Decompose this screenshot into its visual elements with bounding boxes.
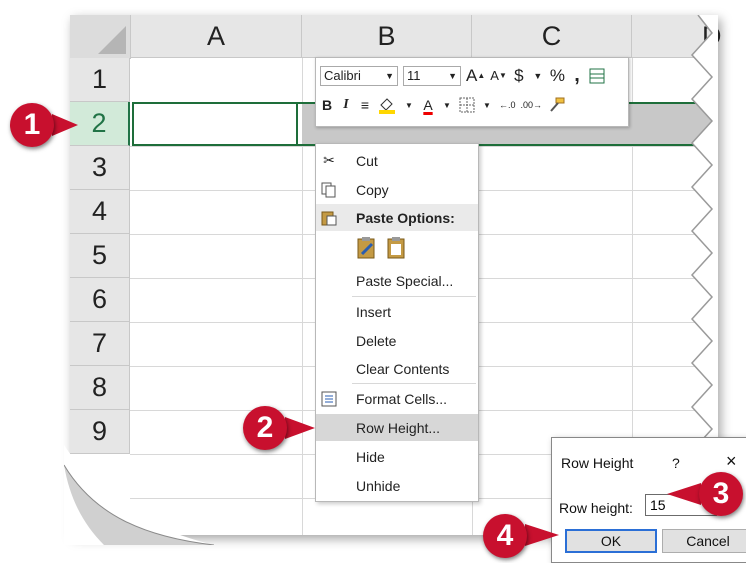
paste-icon[interactable] bbox=[386, 236, 408, 263]
paste-option-buttons bbox=[316, 233, 478, 265]
currency-button[interactable]: $ bbox=[512, 66, 526, 86]
fill-color-icon[interactable] bbox=[377, 96, 397, 114]
row-height-label: Row height: bbox=[559, 500, 633, 516]
callout-step-3: 3 bbox=[699, 472, 743, 516]
italic-button[interactable]: I bbox=[339, 97, 353, 113]
paste-keep-formatting-icon[interactable] bbox=[356, 236, 378, 263]
borders-icon[interactable] bbox=[459, 97, 475, 113]
callout-step-4: 4 bbox=[483, 514, 527, 558]
chevron-down-icon[interactable]: ▼ bbox=[402, 101, 416, 110]
context-menu: ✂ Cut Copy Paste Options: Paste Special.… bbox=[315, 143, 479, 502]
column-header-c[interactable]: C bbox=[472, 15, 632, 58]
percent-button[interactable]: % bbox=[550, 66, 565, 86]
chevron-down-icon: ▼ bbox=[448, 70, 457, 81]
font-size-box[interactable]: 11 ▼ bbox=[403, 65, 461, 86]
ok-button[interactable]: OK bbox=[565, 529, 657, 553]
select-all-corner[interactable] bbox=[70, 15, 131, 59]
font-color-button[interactable]: A bbox=[421, 98, 435, 112]
menu-item-cut[interactable]: ✂ Cut bbox=[316, 147, 478, 174]
menu-item-clear-contents[interactable]: Clear Contents bbox=[316, 355, 478, 382]
increase-decimal-icon[interactable]: ←.0 bbox=[499, 100, 516, 110]
row-header-2[interactable]: 2 bbox=[70, 102, 130, 146]
copy-icon bbox=[320, 181, 338, 199]
comma-style-button[interactable]: , bbox=[570, 64, 584, 87]
format-painter-icon[interactable] bbox=[547, 97, 565, 113]
row-header-1[interactable]: 1 bbox=[70, 58, 130, 102]
chevron-down-icon[interactable]: ▼ bbox=[440, 101, 454, 110]
close-icon[interactable]: × bbox=[726, 451, 737, 472]
dialog-title: Row Height bbox=[561, 455, 634, 471]
menu-item-row-height[interactable]: Row Height... bbox=[316, 414, 478, 441]
column-header-b[interactable]: B bbox=[302, 15, 472, 58]
decrease-decimal-icon[interactable]: .00→ bbox=[521, 100, 543, 110]
menu-item-delete[interactable]: Delete bbox=[316, 327, 478, 354]
format-cells-icon bbox=[320, 390, 338, 408]
shrink-font-button[interactable]: A ▼ bbox=[490, 68, 507, 83]
bold-button[interactable]: B bbox=[320, 97, 334, 113]
align-center-icon[interactable]: ≡ bbox=[358, 97, 372, 113]
callout-arrow-3 bbox=[667, 483, 701, 505]
help-button[interactable]: ? bbox=[672, 455, 680, 471]
grow-font-button[interactable]: A ▲ bbox=[466, 66, 485, 86]
row-header-4[interactable]: 4 bbox=[70, 190, 130, 234]
callout-step-2: 2 bbox=[243, 406, 287, 450]
row-header-6[interactable]: 6 bbox=[70, 278, 130, 322]
scissors-icon: ✂ bbox=[323, 152, 335, 168]
menu-item-paste-special[interactable]: Paste Special... bbox=[316, 267, 478, 294]
callout-arrow-4 bbox=[525, 524, 559, 546]
paste-icon bbox=[320, 209, 338, 227]
chevron-down-icon[interactable]: ▼ bbox=[480, 101, 494, 110]
callout-arrow-1 bbox=[52, 114, 78, 136]
page-curl bbox=[64, 445, 214, 545]
menu-item-copy[interactable]: Copy bbox=[316, 176, 478, 203]
row-header-8[interactable]: 8 bbox=[70, 366, 130, 410]
active-cell-a2[interactable] bbox=[132, 102, 298, 146]
font-name-box[interactable]: Calibri ▼ bbox=[320, 65, 398, 86]
mini-toolbar: Calibri ▼ 11 ▼ A ▲ A ▼ $ ▼ % , B I ≡ ▼ A ▼ ▼… bbox=[315, 57, 629, 127]
row-header-7[interactable]: 7 bbox=[70, 322, 130, 366]
menu-item-insert[interactable]: Insert bbox=[316, 298, 478, 325]
chevron-down-icon[interactable]: ▼ bbox=[531, 71, 545, 81]
menu-header-paste-options: Paste Options: bbox=[316, 204, 478, 231]
row-header-5[interactable]: 5 bbox=[70, 234, 130, 278]
column-header-a[interactable]: A bbox=[131, 15, 302, 58]
callout-step-1: 1 bbox=[10, 103, 54, 147]
chevron-down-icon: ▼ bbox=[385, 70, 394, 81]
cancel-button[interactable]: Cancel bbox=[662, 529, 746, 553]
row-header-3[interactable]: 3 bbox=[70, 146, 130, 190]
menu-item-format-cells[interactable]: Format Cells... bbox=[316, 385, 478, 412]
menu-item-hide[interactable]: Hide bbox=[316, 443, 478, 470]
format-table-icon[interactable] bbox=[589, 68, 605, 84]
callout-arrow-2 bbox=[285, 417, 315, 439]
menu-item-unhide[interactable]: Unhide bbox=[316, 472, 478, 499]
